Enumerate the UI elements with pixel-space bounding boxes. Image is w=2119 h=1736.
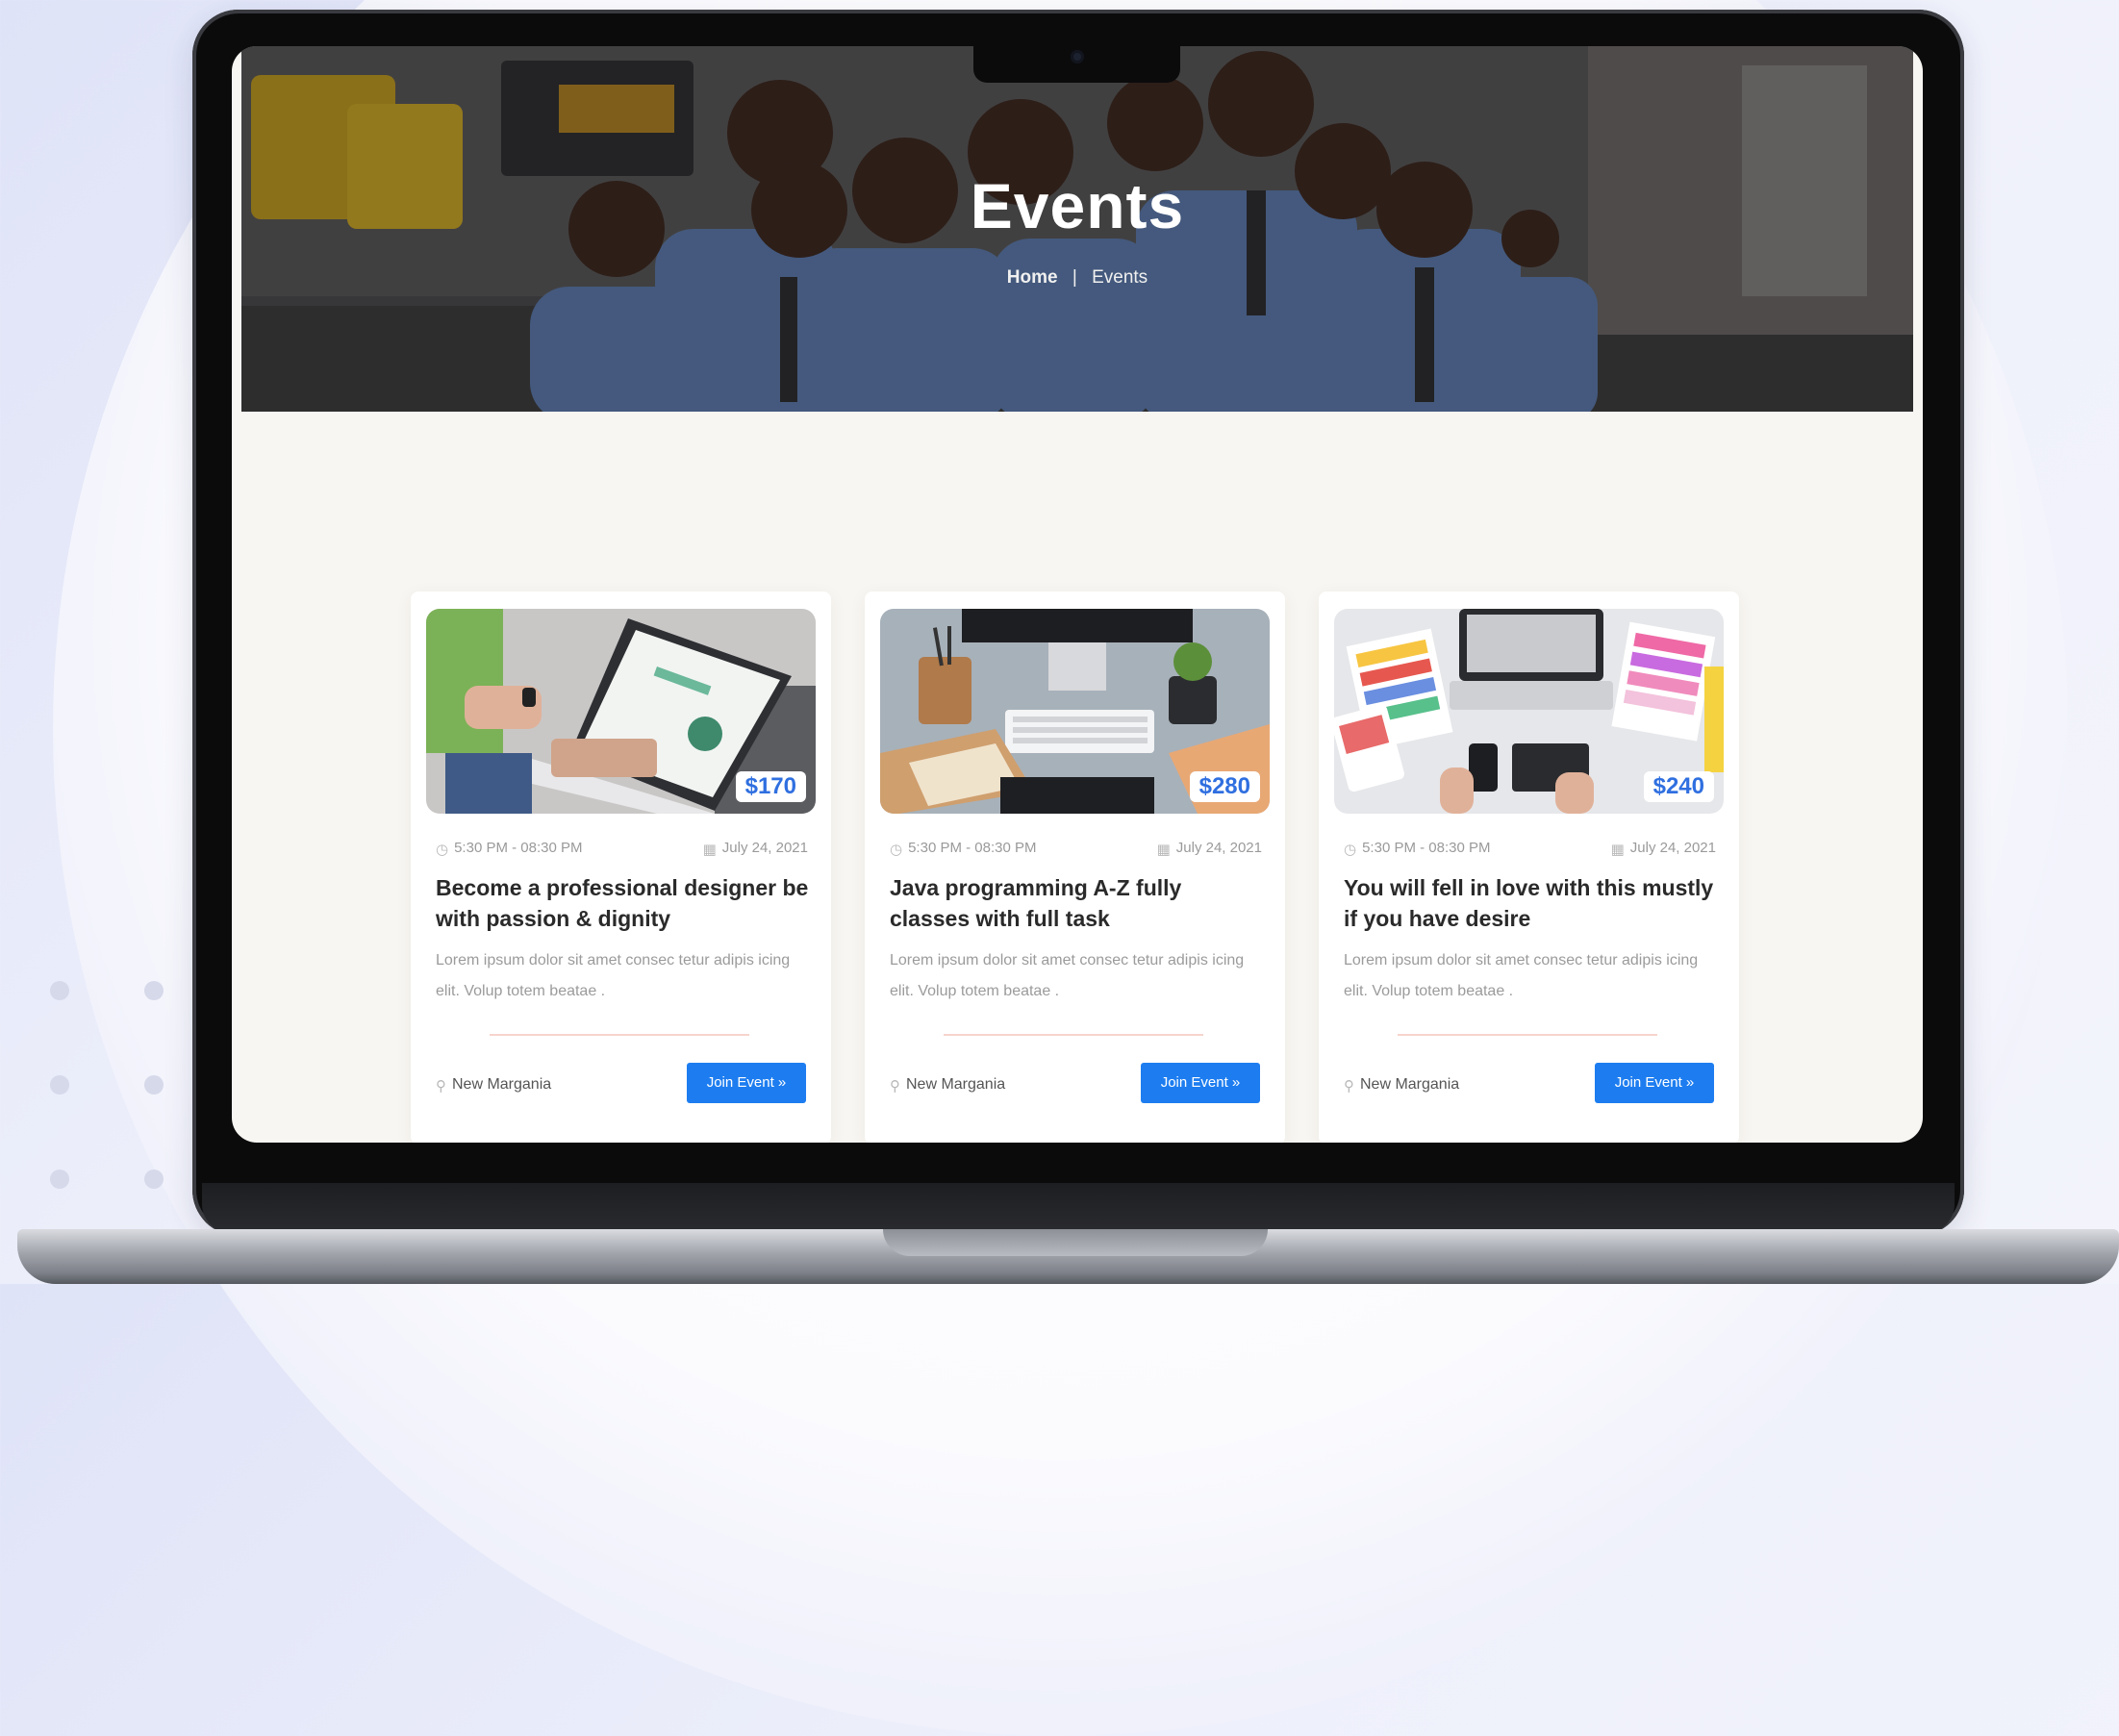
event-description: Lorem ipsum dolor sit amet consec tetur …: [890, 952, 1245, 999]
join-event-button[interactable]: Join Event »: [687, 1063, 806, 1103]
map-pin-icon: ⚲: [1344, 1078, 1354, 1094]
calendar-icon: ▦: [702, 842, 717, 858]
event-card: $280 ◷ 5:30 PM - 08:30 PM ▦ July 24, 2021 …: [865, 591, 1285, 1143]
clock-icon: ◷: [1344, 842, 1357, 858]
event-date: ▦ July 24, 2021: [1157, 840, 1262, 858]
event-card: $170 ◷ 5:30 PM - 08:30 PM ▦ July 24, 2021 …: [411, 591, 831, 1143]
price-badge: $240: [1643, 771, 1714, 802]
event-title[interactable]: Become a professional designer be with p…: [436, 872, 811, 934]
event-meta: ◷ 5:30 PM - 08:30 PM ▦ July 24, 2021: [890, 840, 1262, 859]
map-pin-icon: ⚲: [436, 1078, 446, 1094]
laptop-notch: [973, 37, 1180, 83]
event-location-text: New Margania: [452, 1076, 552, 1093]
event-card: $240 ◷ 5:30 PM - 08:30 PM ▦ July 24, 2021 …: [1319, 591, 1739, 1143]
event-meta: ◷ 5:30 PM - 08:30 PM ▦ July 24, 2021: [1344, 840, 1716, 859]
event-date-text: July 24, 2021: [1175, 840, 1262, 856]
price-badge: $280: [1189, 771, 1260, 802]
event-title[interactable]: You will fell in love with this mustly i…: [1344, 872, 1719, 934]
join-event-button[interactable]: Join Event »: [1141, 1063, 1260, 1103]
map-pin-icon: ⚲: [890, 1078, 900, 1094]
laptop-screen: Events Home | Events $170 ◷ 5:30 PM - 08…: [232, 46, 1923, 1143]
decor-dot: [144, 981, 164, 1000]
event-date: ▦ July 24, 2021: [1611, 840, 1716, 858]
decor-dot: [50, 1075, 69, 1094]
event-time: ◷ 5:30 PM - 08:30 PM: [1344, 840, 1491, 858]
clock-icon: ◷: [436, 842, 449, 858]
event-date: ▦ July 24, 2021: [703, 840, 808, 858]
event-image[interactable]: $240: [1334, 609, 1724, 814]
calendar-icon: ▦: [1610, 842, 1625, 858]
event-location-text: New Margania: [1360, 1076, 1460, 1093]
event-description: Lorem ipsum dolor sit amet consec tetur …: [436, 952, 791, 999]
event-meta: ◷ 5:30 PM - 08:30 PM ▦ July 24, 2021: [436, 840, 808, 859]
event-time-text: 5:30 PM - 08:30 PM: [908, 840, 1037, 856]
event-time-text: 5:30 PM - 08:30 PM: [454, 840, 583, 856]
event-time: ◷ 5:30 PM - 08:30 PM: [436, 840, 583, 858]
laptop-chin: [202, 1183, 1955, 1233]
join-event-button[interactable]: Join Event »: [1595, 1063, 1714, 1103]
decor-dot: [50, 1170, 69, 1189]
event-title[interactable]: Java programming A-Z fully classes with …: [890, 872, 1265, 934]
event-time: ◷ 5:30 PM - 08:30 PM: [890, 840, 1037, 858]
event-description: Lorem ipsum dolor sit amet consec tetur …: [1344, 952, 1699, 999]
camera-icon: [1071, 50, 1084, 63]
decor-dot: [144, 1170, 164, 1189]
event-image[interactable]: $280: [880, 609, 1270, 814]
breadcrumb: Home | Events: [241, 267, 1913, 289]
event-date-text: July 24, 2021: [721, 840, 808, 856]
calendar-icon: ▦: [1156, 842, 1171, 858]
hero-banner: Events Home | Events: [241, 46, 1913, 412]
breadcrumb-home-link[interactable]: Home: [1007, 267, 1058, 288]
page-title: Events: [970, 170, 1185, 241]
event-location: ⚲ New Margania: [436, 1076, 551, 1094]
price-badge: $170: [735, 771, 806, 802]
event-time-text: 5:30 PM - 08:30 PM: [1362, 840, 1491, 856]
event-location: ⚲ New Margania: [1344, 1076, 1459, 1094]
event-image[interactable]: $170: [426, 609, 816, 814]
card-divider: [1398, 1034, 1657, 1036]
decor-dot: [50, 981, 69, 1000]
laptop-base-groove: [883, 1229, 1268, 1256]
breadcrumb-current: Events: [1092, 267, 1148, 288]
decor-dot: [144, 1075, 164, 1094]
clock-icon: ◷: [890, 842, 903, 858]
event-date-text: July 24, 2021: [1629, 840, 1716, 856]
event-location-text: New Margania: [906, 1076, 1006, 1093]
card-divider: [944, 1034, 1203, 1036]
breadcrumb-separator: |: [1072, 267, 1077, 288]
event-location: ⚲ New Margania: [890, 1076, 1005, 1094]
card-divider: [490, 1034, 749, 1036]
